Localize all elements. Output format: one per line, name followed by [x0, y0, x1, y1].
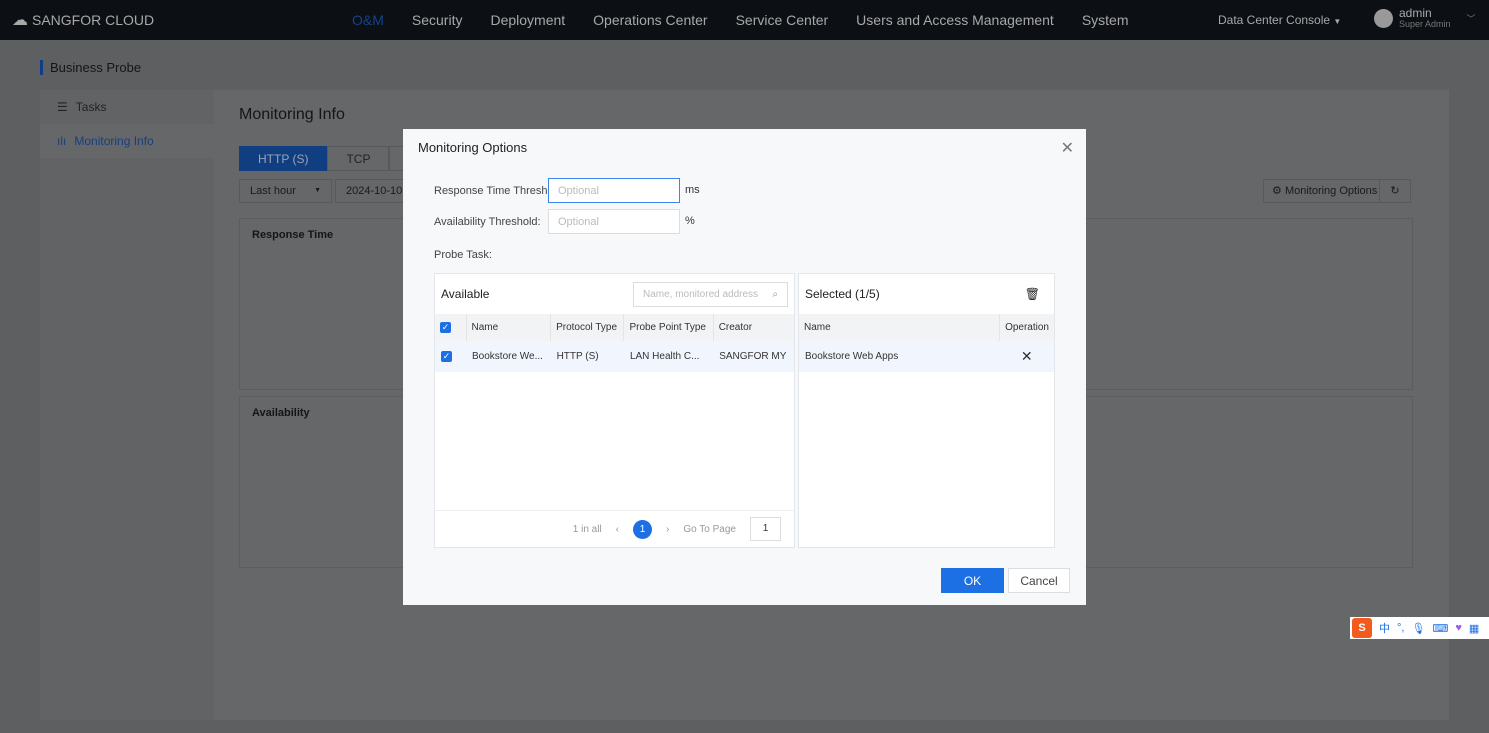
breadcrumb: Business Probe — [40, 60, 141, 75]
search-icon: ⌕ — [772, 288, 778, 300]
search-input[interactable]: Name, monitored address ⌕ — [633, 281, 788, 307]
ime-toolbar: S 中 °, 🎙 ⌨ ♥ ▦ — [1350, 617, 1489, 639]
trash-icon[interactable]: 🗑 — [1025, 287, 1040, 301]
response-time-label: Response Time Threshold: — [434, 185, 566, 197]
nav-security[interactable]: Security — [412, 12, 463, 28]
selected-title: Selected (1/5) — [805, 287, 880, 301]
caret-down-icon: ▼ — [314, 187, 321, 194]
main-nav: O&M Security Deployment Operations Cente… — [352, 0, 1129, 40]
ime-punctuation[interactable]: °, — [1397, 622, 1404, 634]
time-range-select[interactable]: Last hour ▼ — [239, 179, 332, 203]
logo: ☁ SANGFOR CLOUD — [12, 12, 155, 29]
user-menu[interactable]: admin Super Admin ﹀ — [1374, 7, 1476, 29]
refresh-icon: ↻ — [1390, 185, 1400, 197]
console-dropdown[interactable]: Data Center Console ▼ — [1218, 13, 1341, 27]
table-row[interactable]: ✓ Bookstore We... HTTP (S) LAN Health C... S… — [435, 341, 794, 372]
top-bar: ☁ SANGFOR CLOUD O&M Security Deployment O… — [0, 0, 1489, 40]
nav-om[interactable]: O&M — [352, 12, 384, 28]
next-page-icon[interactable]: › — [666, 524, 669, 535]
ok-button[interactable]: OK — [941, 568, 1004, 593]
refresh-button[interactable]: ↻ — [1379, 179, 1411, 203]
select-all-checkbox[interactable]: ✓ — [440, 322, 451, 333]
ms-unit: ms — [685, 184, 700, 196]
available-title: Available — [441, 287, 490, 301]
gear-icon: ⚙ — [1272, 185, 1282, 197]
page-1[interactable]: 1 — [633, 519, 653, 539]
list-icon: ☰ — [57, 100, 68, 114]
cloud-logo-icon: ☁ — [12, 12, 28, 29]
nav-deployment[interactable]: Deployment — [490, 12, 565, 28]
skin-icon[interactable]: ♥ — [1455, 622, 1462, 634]
prev-page-icon[interactable]: ‹ — [616, 524, 619, 535]
monitoring-options-dialog: Monitoring Options ✕ Response Time Thres… — [403, 129, 1086, 605]
microphone-icon[interactable]: 🎙 — [1411, 622, 1425, 635]
nav-operations-center[interactable]: Operations Center — [593, 12, 707, 28]
probe-task-label: Probe Task: — [434, 249, 492, 261]
grid-icon[interactable]: ▦ — [1469, 622, 1479, 635]
dialog-title: Monitoring Options — [418, 140, 528, 155]
column-header: Protocol Type — [550, 314, 625, 341]
chevron-down-icon: ﹀ — [1466, 13, 1476, 24]
selected-table: Name Operation Bookstore Web Apps ✕ — [799, 314, 1054, 372]
sidebar-item-monitoring-info[interactable]: ılı Monitoring Info — [40, 124, 214, 158]
tab-tcp[interactable]: TCP — [327, 146, 390, 171]
monitoring-options-button[interactable]: ⚙ Monitoring Options — [1263, 179, 1387, 203]
row-checkbox[interactable]: ✓ — [441, 351, 452, 362]
goto-page-input[interactable]: 1 — [750, 517, 781, 541]
available-table: ✓ Name Protocol Type Probe Point Type Creato… — [435, 314, 794, 372]
remove-icon[interactable]: ✕ — [999, 341, 1054, 372]
column-header: Operation — [999, 314, 1054, 341]
ime-language[interactable]: 中 — [1379, 620, 1390, 636]
nav-service-center[interactable]: Service Center — [736, 12, 829, 28]
close-icon[interactable]: ✕ — [1061, 138, 1074, 158]
availability-label: Availability Threshold: — [434, 216, 541, 228]
pagination: 1 in all ‹ 1 › Go To Page 1 — [435, 510, 794, 547]
bar-chart-icon: ılı — [57, 134, 67, 148]
available-panel: Available Name, monitored address ⌕ ✓ Name… — [434, 273, 795, 548]
sogou-logo-icon[interactable]: S — [1352, 618, 1372, 638]
column-header: Probe Point Type — [623, 314, 714, 341]
column-header: Creator — [713, 314, 794, 341]
nav-users-access[interactable]: Users and Access Management — [856, 12, 1054, 28]
sidebar: ☰ Tasks ılı Monitoring Info — [40, 90, 214, 720]
tab-https[interactable]: HTTP (S) — [239, 146, 328, 171]
column-header: Name — [799, 314, 1001, 341]
nav-system[interactable]: System — [1082, 12, 1129, 28]
table-row: Bookstore Web Apps ✕ — [799, 341, 1054, 372]
caret-down-icon: ▼ — [1333, 17, 1342, 26]
availability-threshold-input[interactable] — [548, 209, 680, 234]
response-time-threshold-input[interactable] — [548, 178, 680, 203]
page-title: Monitoring Info — [239, 106, 345, 123]
selected-panel: Selected (1/5) 🗑 Name Operation Bookstore … — [798, 273, 1055, 548]
percent-unit: % — [685, 215, 695, 227]
sidebar-item-tasks[interactable]: ☰ Tasks — [40, 90, 214, 124]
avatar — [1374, 8, 1393, 28]
keyboard-icon[interactable]: ⌨ — [1432, 622, 1448, 635]
cancel-button[interactable]: Cancel — [1008, 568, 1070, 593]
column-header: Name — [466, 314, 552, 341]
